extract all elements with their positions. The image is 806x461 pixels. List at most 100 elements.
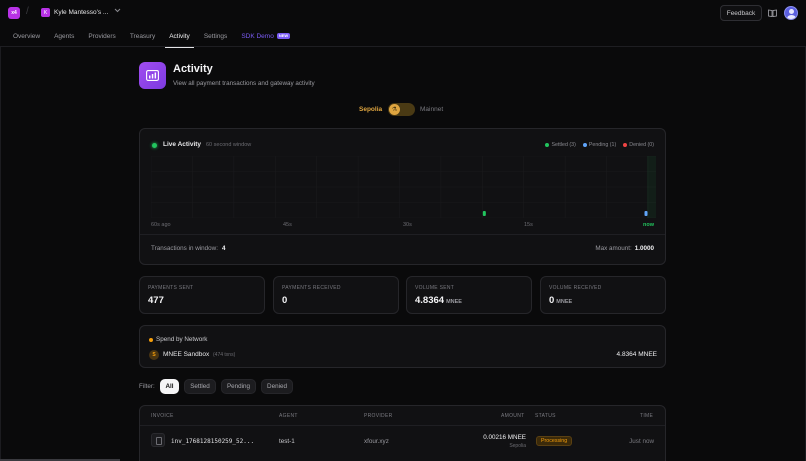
column-header-agent: AGENT <box>279 413 298 419</box>
max-amount: Max amount: 1.0000 <box>595 245 654 252</box>
legend-settled: Settled (3) <box>545 142 576 148</box>
column-header-time: TIME <box>640 413 654 419</box>
row-time: Just now <box>629 438 654 445</box>
legend-denied: Denied (0) <box>623 142 654 148</box>
network-txn-count: (474 txns) <box>213 352 236 358</box>
status-badge: Processing <box>536 436 573 446</box>
tick-label-now: now <box>643 222 654 228</box>
network-amount: 4.8364 MNEE <box>616 351 657 358</box>
spend-indicator-dot <box>149 338 153 342</box>
tick-label: 30s <box>403 222 412 228</box>
live-window-label: 60 second window <box>206 142 252 148</box>
max-amount-label: Max amount: <box>595 245 632 252</box>
legend-pending-label: Pending (1) <box>588 142 617 148</box>
user-avatar[interactable] <box>784 6 798 20</box>
legend-pending: Pending (1) <box>582 142 617 148</box>
breadcrumb-separator: / <box>26 6 29 17</box>
agent-name: test-1 <box>279 438 295 445</box>
filter-denied-button[interactable]: Denied <box>261 379 293 394</box>
tab-settings[interactable]: Settings <box>204 31 228 47</box>
main-nav: Overview Agents Providers Treasury Activ… <box>13 31 304 48</box>
tick-label: 15s <box>524 222 533 228</box>
stat-number: 0 <box>549 295 555 306</box>
stat-value: 477 <box>148 295 164 306</box>
filter-pending-button[interactable]: Pending <box>221 379 256 394</box>
app-logo[interactable]: x4 <box>8 7 20 19</box>
live-activity-title: Live Activity <box>163 141 202 148</box>
activity-point-pending[interactable] <box>644 211 648 216</box>
tab-activity[interactable]: Activity <box>165 31 194 48</box>
stat-card-volume-received: VOLUME RECEIVED 0 MNEE <box>540 276 666 314</box>
new-badge: NEW <box>276 33 291 39</box>
stat-value: 0 MNEE <box>549 295 572 306</box>
legend-denied-label: Denied (0) <box>629 142 654 148</box>
live-activity-chart <box>151 156 656 218</box>
tab-overview[interactable]: Overview <box>13 31 40 47</box>
network-toggle[interactable]: ⚗ <box>388 103 415 116</box>
tx-in-window-value: 4 <box>221 245 226 252</box>
column-header-provider: PROVIDER <box>364 413 393 419</box>
network-option-mainnet[interactable]: Mainnet <box>420 106 443 113</box>
legend-settled-label: Settled (3) <box>551 142 576 148</box>
document-icon <box>151 433 165 447</box>
network-option-sepolia[interactable]: Sepolia <box>359 106 382 113</box>
stat-number: 477 <box>148 295 164 306</box>
tick-label: 60s ago <box>151 222 171 228</box>
filter-all-button[interactable]: All <box>160 379 179 394</box>
amount-value: 0.00216 MNEE <box>483 434 526 441</box>
activity-point-settled[interactable] <box>482 211 486 216</box>
column-header-invoice: INVOICE <box>151 413 174 419</box>
stat-label: VOLUME SENT <box>415 285 455 291</box>
network-name: MNEE Sandbox <box>163 351 210 358</box>
content-border-left <box>0 47 1 461</box>
live-activity-card: Live Activity 60 second window Settled (… <box>139 128 666 265</box>
page-title: Activity <box>173 63 213 75</box>
transactions-table: INVOICE AGENT PROVIDER AMOUNT STATUS TIM… <box>139 405 666 461</box>
tab-sdk-demo-label: SDK Demo <box>241 33 274 40</box>
feedback-button[interactable]: Feedback <box>720 5 762 21</box>
now-marker <box>647 156 656 218</box>
tab-sdk-demo[interactable]: SDK Demo NEW <box>241 31 291 47</box>
page-subtitle: View all payment transactions and gatewa… <box>173 80 315 87</box>
column-header-status: STATUS <box>535 413 556 419</box>
bar-chart-icon <box>139 62 166 89</box>
invoice-id[interactable]: inv_1768128150259_52... <box>171 438 254 445</box>
chevron-down-icon[interactable] <box>114 8 121 15</box>
tx-in-window-label: Transactions in window: <box>151 245 218 252</box>
stat-value: 4.8364 MNEE <box>415 295 462 306</box>
stat-number: 4.8364 <box>415 295 445 306</box>
top-bar: x4 / K Kyle Mantesso's ... Feedback <box>0 0 806 27</box>
amount-network: Sepolia <box>509 443 526 449</box>
stat-label: PAYMENTS SENT <box>148 285 194 291</box>
org-switcher[interactable]: Kyle Mantesso's ... <box>54 9 108 16</box>
max-amount-value: 1.0000 <box>634 245 654 252</box>
tab-providers[interactable]: Providers <box>88 31 115 47</box>
mnee-token-icon: S <box>149 350 159 360</box>
stat-value: 0 <box>282 295 287 306</box>
stat-number: 0 <box>282 295 288 306</box>
filter-label: Filter: <box>139 383 155 390</box>
chart-legend: Settled (3) Pending (1) Denied (0) <box>545 142 654 148</box>
stat-card-payments-sent: PAYMENTS SENT 477 <box>139 276 265 314</box>
live-indicator-dot <box>152 143 157 148</box>
stat-unit: MNEE <box>556 299 573 305</box>
flask-icon: ⚗ <box>389 104 400 115</box>
provider-name: xfour.xyz <box>364 438 389 445</box>
filter-settled-button[interactable]: Settled <box>184 379 216 394</box>
org-avatar[interactable]: K <box>41 8 50 17</box>
divider <box>140 234 665 235</box>
tick-label: 45s <box>283 222 292 228</box>
divider <box>140 425 665 426</box>
tab-agents[interactable]: Agents <box>54 31 74 47</box>
spend-title: Spend by Network <box>156 336 208 343</box>
spend-by-network-card: Spend by Network S MNEE Sandbox (474 txn… <box>139 325 666 368</box>
stat-label: PAYMENTS RECEIVED <box>282 285 341 291</box>
tab-treasury[interactable]: Treasury <box>130 31 155 47</box>
column-header-amount: AMOUNT <box>501 413 525 419</box>
book-icon[interactable] <box>768 9 777 17</box>
nav-divider <box>0 46 806 47</box>
tx-in-window: Transactions in window: 4 <box>151 245 225 252</box>
stat-unit: MNEE <box>446 299 462 305</box>
stat-card-payments-received: PAYMENTS RECEIVED 0 <box>273 276 399 314</box>
stat-label: VOLUME RECEIVED <box>549 285 602 291</box>
